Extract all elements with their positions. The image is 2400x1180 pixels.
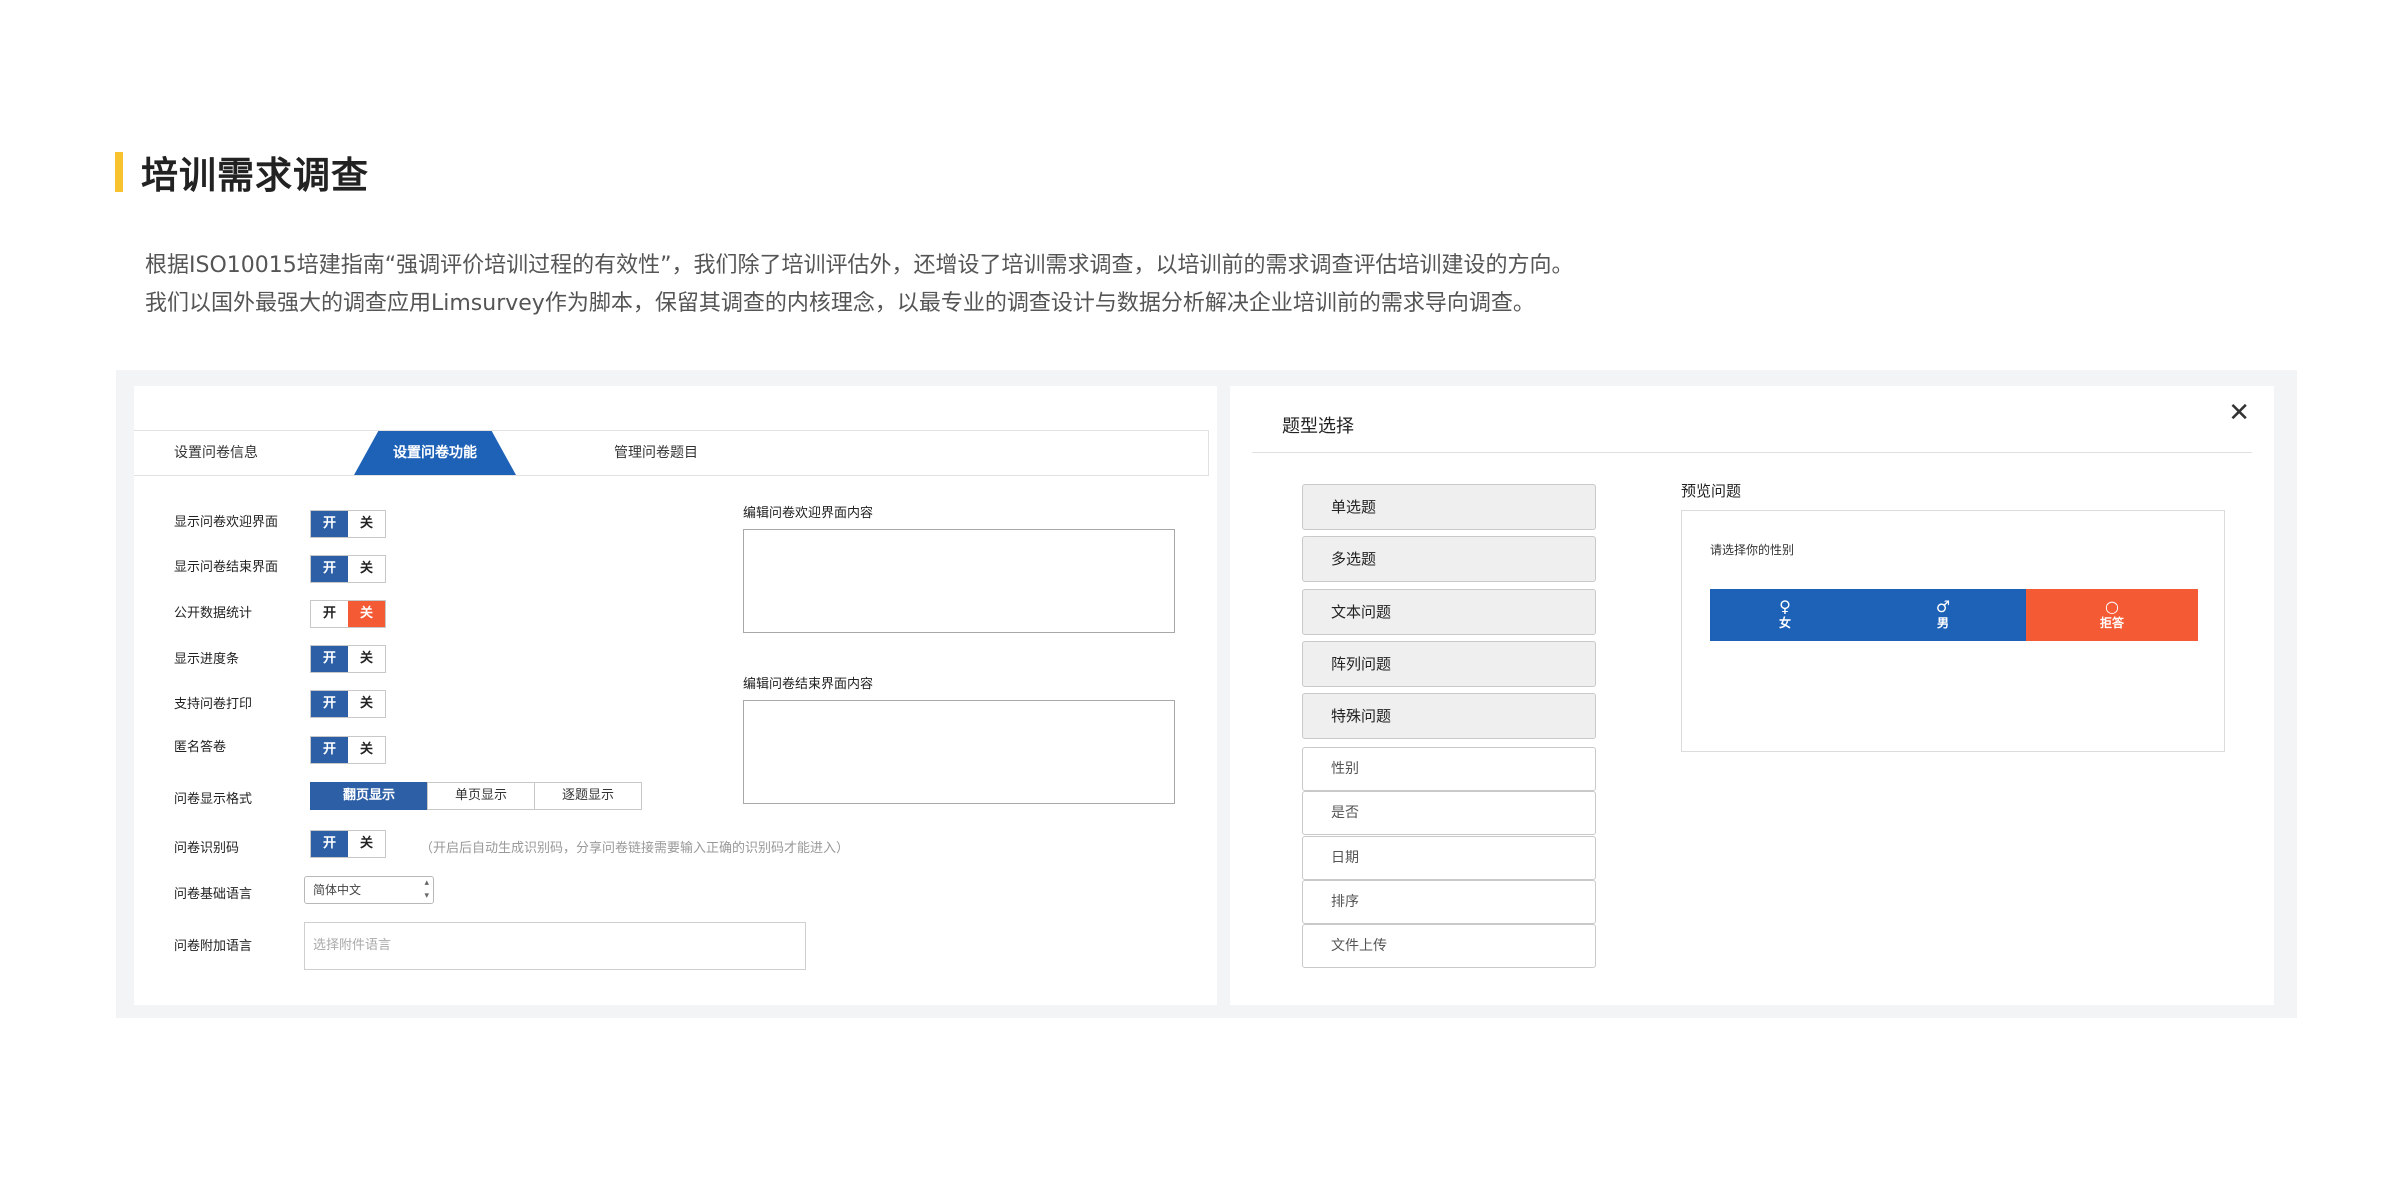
male-icon: ♂ bbox=[1935, 597, 1951, 616]
display-format-label: 问卷显示格式 bbox=[174, 792, 253, 807]
toggle-off[interactable]: 关 bbox=[348, 646, 385, 672]
title-accent-bar bbox=[115, 152, 123, 192]
category-text[interactable]: 文本问题 bbox=[1302, 589, 1596, 635]
end-screen-label: 显示问卷结束界面 bbox=[174, 560, 279, 575]
toggle-on[interactable]: 开 bbox=[311, 646, 348, 672]
preview-label: 预览问题 bbox=[1681, 482, 1742, 500]
welcome-editor-label: 编辑问卷欢迎界面内容 bbox=[743, 506, 874, 521]
question-type-modal: 题型选择 ✕ 单选题 多选题 文本问题 阵列问题 特殊问题 性别 是否 日期 排… bbox=[1230, 386, 2274, 1005]
special-item-ranking[interactable]: 排序 bbox=[1302, 880, 1596, 924]
anonymous-label: 匿名答卷 bbox=[174, 740, 227, 755]
section-title: 培训需求调查 bbox=[141, 154, 369, 197]
format-one-by-one-button[interactable]: 逐题显示 bbox=[534, 782, 642, 810]
progress-bar-label: 显示进度条 bbox=[174, 652, 240, 667]
public-stats-toggle[interactable]: 开 关 bbox=[310, 600, 386, 628]
toggle-on[interactable]: 开 bbox=[311, 691, 348, 717]
print-support-label: 支持问卷打印 bbox=[174, 697, 253, 712]
extra-language-input[interactable]: 选择附件语言 bbox=[304, 922, 806, 970]
tab-survey-info[interactable]: 设置问卷信息 bbox=[174, 431, 258, 475]
special-item-gender[interactable]: 性别 bbox=[1302, 747, 1596, 791]
toggle-off[interactable]: 关 bbox=[348, 737, 385, 763]
toggle-on[interactable]: 开 bbox=[311, 511, 348, 537]
toggle-on[interactable]: 开 bbox=[311, 831, 348, 857]
print-support-toggle[interactable]: 开 关 bbox=[310, 690, 386, 718]
toggle-off[interactable]: 关 bbox=[348, 691, 385, 717]
option-male[interactable]: ♂ 男 bbox=[1860, 589, 2026, 641]
special-item-yes-no[interactable]: 是否 bbox=[1302, 791, 1596, 835]
option-label: 拒答 bbox=[2099, 616, 2124, 630]
description-line-2: 我们以国外最强大的调查应用Limsurvey作为脚本，保留其调查的内核理念，以最… bbox=[145, 291, 1535, 316]
preview-box: 请选择你的性别 ♀ 女 ♂ 男 ○ 拒答 bbox=[1681, 510, 2225, 752]
category-multiple-choice[interactable]: 多选题 bbox=[1302, 536, 1596, 582]
format-single-page-button[interactable]: 单页显示 bbox=[427, 782, 535, 810]
survey-code-label: 问卷识别码 bbox=[174, 841, 240, 856]
tab-bar: 设置问卷信息 设置问卷功能 管理问卷题目 bbox=[134, 430, 1209, 476]
option-label: 男 bbox=[1936, 616, 1949, 630]
base-language-label: 问卷基础语言 bbox=[174, 887, 253, 902]
base-language-value: 简体中文 bbox=[313, 883, 362, 897]
toggle-on[interactable]: 开 bbox=[311, 737, 348, 763]
category-single-choice[interactable]: 单选题 bbox=[1302, 484, 1596, 530]
category-special[interactable]: 特殊问题 bbox=[1302, 693, 1596, 739]
female-icon: ♀ bbox=[1779, 597, 1791, 616]
option-female[interactable]: ♀ 女 bbox=[1710, 589, 1860, 641]
toggle-on[interactable]: 开 bbox=[311, 556, 348, 582]
extra-language-label: 问卷附加语言 bbox=[174, 939, 253, 954]
category-array[interactable]: 阵列问题 bbox=[1302, 641, 1596, 687]
toggle-off[interactable]: 关 bbox=[348, 831, 385, 857]
end-editor-label: 编辑问卷结束界面内容 bbox=[743, 677, 874, 692]
option-label: 女 bbox=[1778, 616, 1791, 630]
format-paged-button[interactable]: 翻页显示 bbox=[310, 782, 428, 810]
survey-code-hint: （开启后自动生成识别码，分享问卷链接需要输入正确的识别码才能进入） bbox=[420, 841, 850, 856]
end-content-editor[interactable] bbox=[743, 700, 1175, 804]
display-format-group: 翻页显示 单页显示 逐题显示 bbox=[310, 782, 642, 810]
progress-bar-toggle[interactable]: 开 关 bbox=[310, 645, 386, 673]
toggle-off[interactable]: 关 bbox=[348, 556, 385, 582]
option-refuse[interactable]: ○ 拒答 bbox=[2026, 589, 2198, 641]
preview-question: 请选择你的性别 bbox=[1710, 543, 1795, 557]
base-language-select[interactable]: 简体中文 ▴ ▾ bbox=[304, 876, 434, 904]
toggle-off[interactable]: 关 bbox=[348, 601, 385, 627]
anonymous-toggle[interactable]: 开 关 bbox=[310, 736, 386, 764]
modal-title: 题型选择 bbox=[1282, 416, 1354, 437]
toggle-off[interactable]: 关 bbox=[348, 511, 385, 537]
modal-divider bbox=[1252, 452, 2252, 453]
close-icon[interactable]: ✕ bbox=[2228, 400, 2250, 426]
welcome-screen-toggle[interactable]: 开 关 bbox=[310, 510, 386, 538]
survey-settings-panel: 设置问卷信息 设置问卷功能 管理问卷题目 显示问卷欢迎界面 开 关 显示问卷结束… bbox=[134, 386, 1217, 1005]
welcome-screen-label: 显示问卷欢迎界面 bbox=[174, 515, 279, 530]
gender-options: ♀ 女 ♂ 男 ○ 拒答 bbox=[1710, 589, 2198, 641]
welcome-content-editor[interactable] bbox=[743, 529, 1175, 633]
tab-survey-functions[interactable]: 设置问卷功能 bbox=[356, 431, 514, 475]
special-item-file-upload[interactable]: 文件上传 bbox=[1302, 924, 1596, 968]
tab-manage-questions[interactable]: 管理问卷题目 bbox=[614, 431, 698, 475]
special-item-date[interactable]: 日期 bbox=[1302, 836, 1596, 880]
description-line-1: 根据ISO10015培建指南“强调评价培训过程的有效性”，我们除了培训评估外，还… bbox=[145, 253, 1574, 278]
section-header: 培训需求调查 bbox=[115, 150, 369, 197]
select-arrows-icon: ▴ ▾ bbox=[424, 878, 429, 901]
end-screen-toggle[interactable]: 开 关 bbox=[310, 555, 386, 583]
circle-icon: ○ bbox=[2105, 597, 2119, 616]
public-stats-label: 公开数据统计 bbox=[174, 606, 253, 621]
toggle-on[interactable]: 开 bbox=[311, 601, 348, 627]
survey-code-toggle[interactable]: 开 关 bbox=[310, 830, 386, 858]
